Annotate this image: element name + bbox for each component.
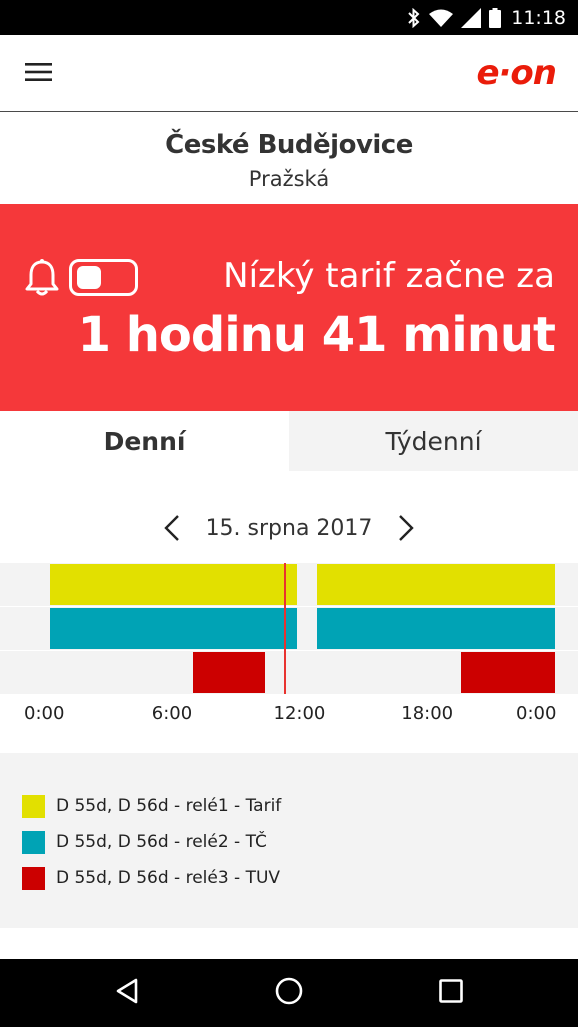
timeline-row-relay1 [0,563,578,606]
legend: D 55d, D 56d - relé1 - Tarif D 55d, D 56… [0,753,578,928]
legend-swatch [22,830,45,854]
home-button[interactable] [271,975,307,1011]
time-axis: 0:00 6:00 12:00 18:00 0:00 [0,703,578,727]
logo-text: e·on [476,53,557,93]
view-tabs: Denní Týdenní [0,411,578,471]
timeline-bar [193,652,266,693]
hamburger-menu-icon [25,62,53,87]
bluetooth-icon [407,8,421,28]
bell-icon [24,258,60,298]
city-name: České Budějovice [165,130,413,160]
signal-icon [461,8,482,28]
wifi-icon [429,9,454,27]
tariff-countdown: 1 hodinu 41 minut [77,307,556,363]
timeline-bar [316,564,555,605]
timeline-bar [461,652,555,693]
tab-daily[interactable]: Denní [0,411,289,471]
timeline-bar [50,564,298,605]
legend-label: D 55d, D 56d - relé1 - Tarif [56,796,282,816]
notification-toggle[interactable] [69,259,138,296]
date-navigation: 15. srpna 2017 [0,508,578,552]
recents-button[interactable] [433,975,469,1011]
timeline-row-relay3 [0,651,578,694]
current-time-line [283,563,286,694]
back-icon [114,977,140,1010]
status-time: 11:18 [511,7,566,29]
legend-item-relay3: D 55d, D 56d - relé3 - TUV [22,866,280,890]
tariff-banner: Nízký tarif začne za 1 hodinu 41 minut [0,204,578,411]
eon-logo: e·on [444,53,557,93]
timeline-bar [50,608,298,649]
legend-swatch [22,866,45,890]
street-name: Pražská [248,167,330,191]
tariff-message: Nízký tarif začne za [223,256,555,296]
legend-label: D 55d, D 56d - relé2 - TČ [56,832,267,852]
status-bar: 11:18 [0,0,578,35]
toggle-knob [77,266,101,289]
back-button[interactable] [109,975,145,1011]
battery-icon [489,8,502,28]
system-nav-bar [0,959,578,1027]
home-icon [274,976,304,1011]
time-tick-label: 0:00 [516,703,557,724]
timeline-row-relay2 [0,607,578,650]
chevron-right-icon [397,514,415,547]
relay-timeline [0,563,578,694]
status-icons: 11:18 [407,6,566,30]
next-day-button[interactable] [388,512,424,548]
app-bar: e·on [0,35,578,112]
tab-weekly[interactable]: Týdenní [289,411,578,471]
legend-item-relay2: D 55d, D 56d - relé2 - TČ [22,830,267,854]
legend-item-relay1: D 55d, D 56d - relé1 - Tarif [22,794,281,818]
timeline-bar [316,608,555,649]
location-header: České Budějovice Pražská [0,112,578,204]
legend-swatch [22,794,45,818]
legend-label: D 55d, D 56d - relé3 - TUV [56,868,281,888]
menu-button[interactable] [18,55,60,93]
time-tick-label: 12:00 [273,703,326,724]
current-date: 15. srpna 2017 [205,516,373,541]
recents-icon [438,978,464,1009]
time-tick-label: 0:00 [24,703,65,724]
time-tick-label: 18:00 [401,703,454,724]
time-tick-label: 6:00 [151,703,193,724]
